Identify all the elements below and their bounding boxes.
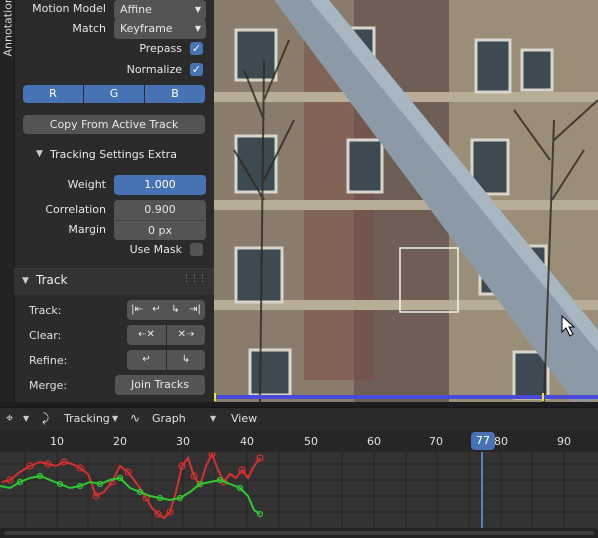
ruler-tick: 70 — [429, 435, 443, 448]
refine-backward-button[interactable]: ↵ — [127, 350, 166, 370]
clear-label: Clear: — [29, 329, 62, 342]
chevron-down-icon: ▼ — [194, 24, 201, 33]
chevron-down-icon: ▼ — [194, 5, 201, 14]
refine-forward-icon: ↳ — [181, 354, 191, 365]
tracking-mode-menu[interactable]: ⤸ Tracking ▼ — [42, 410, 120, 428]
ruler-tick: 60 — [367, 435, 381, 448]
weight-label: Weight — [67, 178, 106, 191]
track-backward-all-button[interactable]: |⇤ — [127, 300, 147, 320]
clear-after-button[interactable]: ✕⇢ — [167, 325, 205, 345]
prepass-checkbox[interactable]: ✓ — [190, 42, 203, 55]
use-mask-label: Use Mask — [129, 243, 182, 256]
graph-view-menu[interactable]: ∿ Graph ▼ — [130, 410, 216, 428]
current-frame-indicator[interactable]: 77 — [471, 432, 495, 450]
expand-triangle-icon[interactable]: ▼ — [36, 149, 43, 159]
expand-triangle-icon: ▼ — [22, 276, 29, 286]
annotation-tab-label: Annotation — [1, 0, 15, 57]
track-forward-button[interactable]: ↳ — [166, 300, 185, 320]
graph-view-label: Graph — [152, 412, 186, 425]
copy-from-active-track-button[interactable]: Copy From Active Track — [23, 115, 205, 134]
track-panel-title: Track — [36, 273, 68, 287]
ruler-tick: 10 — [50, 435, 64, 448]
tracking-icon: ⤸ — [42, 411, 50, 425]
view-menu[interactable]: View — [231, 412, 257, 425]
weight-field[interactable]: 1.000 — [114, 175, 206, 195]
join-tracks-button[interactable]: Join Tracks — [115, 375, 205, 395]
motion-model-value: Affine — [120, 3, 152, 16]
motion-model-select[interactable]: Affine ▼ — [114, 0, 206, 20]
refine-forward-button[interactable]: ↳ — [167, 350, 205, 370]
track-backward-icon: |⇤ — [131, 304, 143, 315]
track-step-back-icon: ↵ — [152, 304, 161, 315]
track-backward-button[interactable]: ↵ — [147, 300, 166, 320]
chevron-down-icon: ▼ — [210, 414, 217, 423]
chevron-down-icon: ▼ — [23, 414, 30, 423]
match-label: Match — [72, 22, 106, 35]
tracking-mode-label: Tracking — [64, 412, 110, 425]
normalize-label: Normalize — [126, 63, 182, 76]
timeline-header: ⌖ ▼ ⤸ Tracking ▼ ∿ Graph ▼ View — [0, 407, 598, 430]
clear-before-button[interactable]: ⇠✕ — [127, 325, 166, 345]
refine-label: Refine: — [29, 354, 68, 367]
merge-label: Merge: — [29, 379, 68, 392]
correlation-label: Correlation — [45, 203, 106, 216]
chevron-down-icon: ▼ — [112, 414, 119, 423]
channel-b-button[interactable]: B — [145, 85, 205, 103]
correlation-field[interactable]: 0.900 — [114, 200, 206, 220]
track-forward-all-button[interactable]: ⇥| — [185, 300, 205, 320]
graph-curves — [0, 450, 598, 528]
margin-label: Margin — [68, 223, 106, 236]
match-select[interactable]: Keyframe ▼ — [114, 19, 206, 39]
ruler-tick: 30 — [176, 435, 190, 448]
clear-before-icon: ⇠✕ — [138, 329, 155, 340]
clip-viewer[interactable] — [214, 0, 598, 402]
clip-frame-image — [214, 0, 598, 402]
ruler-tick: 50 — [304, 435, 318, 448]
editor-type-button[interactable]: ⌖ ▼ — [4, 410, 34, 428]
track-label: Track: — [29, 304, 62, 317]
ruler-tick: 20 — [113, 435, 127, 448]
margin-field[interactable]: 0 px — [114, 220, 206, 240]
horizontal-scrollbar[interactable] — [0, 528, 598, 538]
ruler-tick: 80 — [494, 435, 508, 448]
track-panel-header[interactable]: ▼ Track ⋮⋮⋮ — [14, 268, 214, 295]
clear-after-icon: ✕⇢ — [177, 329, 195, 340]
motion-graph[interactable] — [0, 450, 598, 528]
drag-handle-icon[interactable]: ⋮⋮⋮ — [182, 274, 207, 284]
scrollbar-thumb[interactable] — [4, 531, 594, 535]
ruler-tick: 90 — [557, 435, 571, 448]
annotation-tab[interactable]: Annotation — [0, 0, 15, 402]
use-mask-checkbox[interactable] — [190, 243, 203, 256]
normalize-checkbox[interactable]: ✓ — [190, 63, 203, 76]
ruler-tick: 40 — [240, 435, 254, 448]
channel-r-button[interactable]: R — [23, 85, 83, 103]
tracking-settings-extra-title[interactable]: Tracking Settings Extra — [50, 148, 177, 161]
frame-ruler[interactable]: 10 20 30 40 50 60 70 80 90 77 — [0, 430, 598, 452]
track-step-forward-icon: ↳ — [171, 304, 180, 315]
refine-backward-icon: ↵ — [142, 354, 151, 365]
prepass-label: Prepass — [139, 42, 182, 55]
graph-curve-icon: ∿ — [130, 411, 141, 425]
motion-model-label: Motion Model — [32, 2, 106, 15]
channel-g-button[interactable]: G — [84, 85, 144, 103]
track-forward-icon: ⇥| — [189, 304, 201, 315]
crosshair-icon: ⌖ — [6, 411, 14, 426]
match-value: Keyframe — [120, 22, 173, 35]
